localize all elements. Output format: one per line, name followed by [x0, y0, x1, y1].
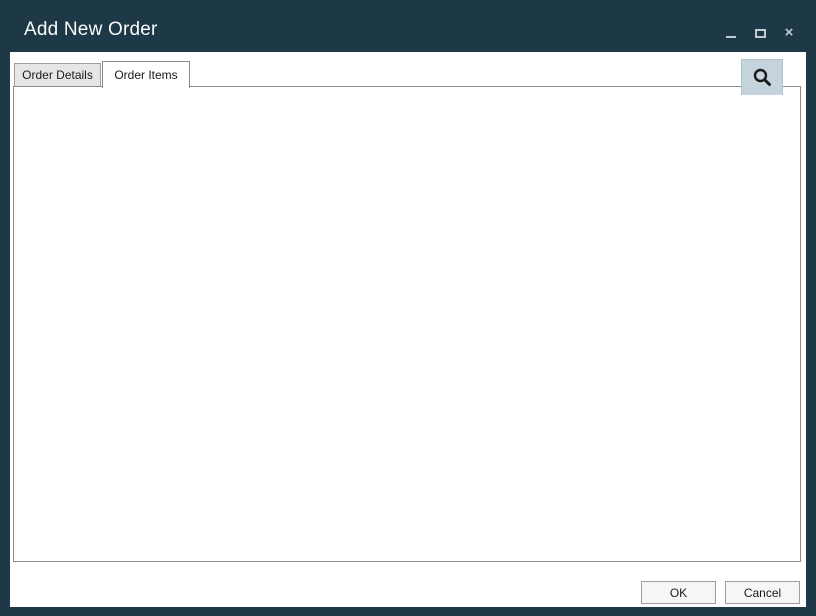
minimize-button[interactable]	[724, 26, 738, 40]
tab-order-details[interactable]: Order Details	[14, 63, 101, 86]
window-controls: ×	[724, 26, 796, 40]
maximize-icon	[755, 29, 766, 38]
maximize-button[interactable]	[753, 26, 767, 40]
search-icon	[751, 67, 773, 89]
minimize-icon	[726, 36, 736, 38]
titlebar: Add New Order ×	[0, 0, 816, 52]
cancel-button[interactable]: Cancel	[725, 581, 800, 604]
order-items-tab-page	[13, 86, 801, 562]
tab-order-items[interactable]: Order Items	[102, 61, 190, 88]
close-button[interactable]: ×	[782, 26, 796, 40]
window-title: Add New Order	[24, 19, 158, 41]
search-toggle-button[interactable]	[741, 59, 783, 95]
ok-button[interactable]: OK	[641, 581, 716, 604]
dialog-client-area: Order Details Order Items Search:	[10, 52, 806, 607]
close-icon: ×	[785, 26, 794, 40]
add-new-order-dialog: Add New Order × Order Details Order Item…	[0, 0, 816, 616]
